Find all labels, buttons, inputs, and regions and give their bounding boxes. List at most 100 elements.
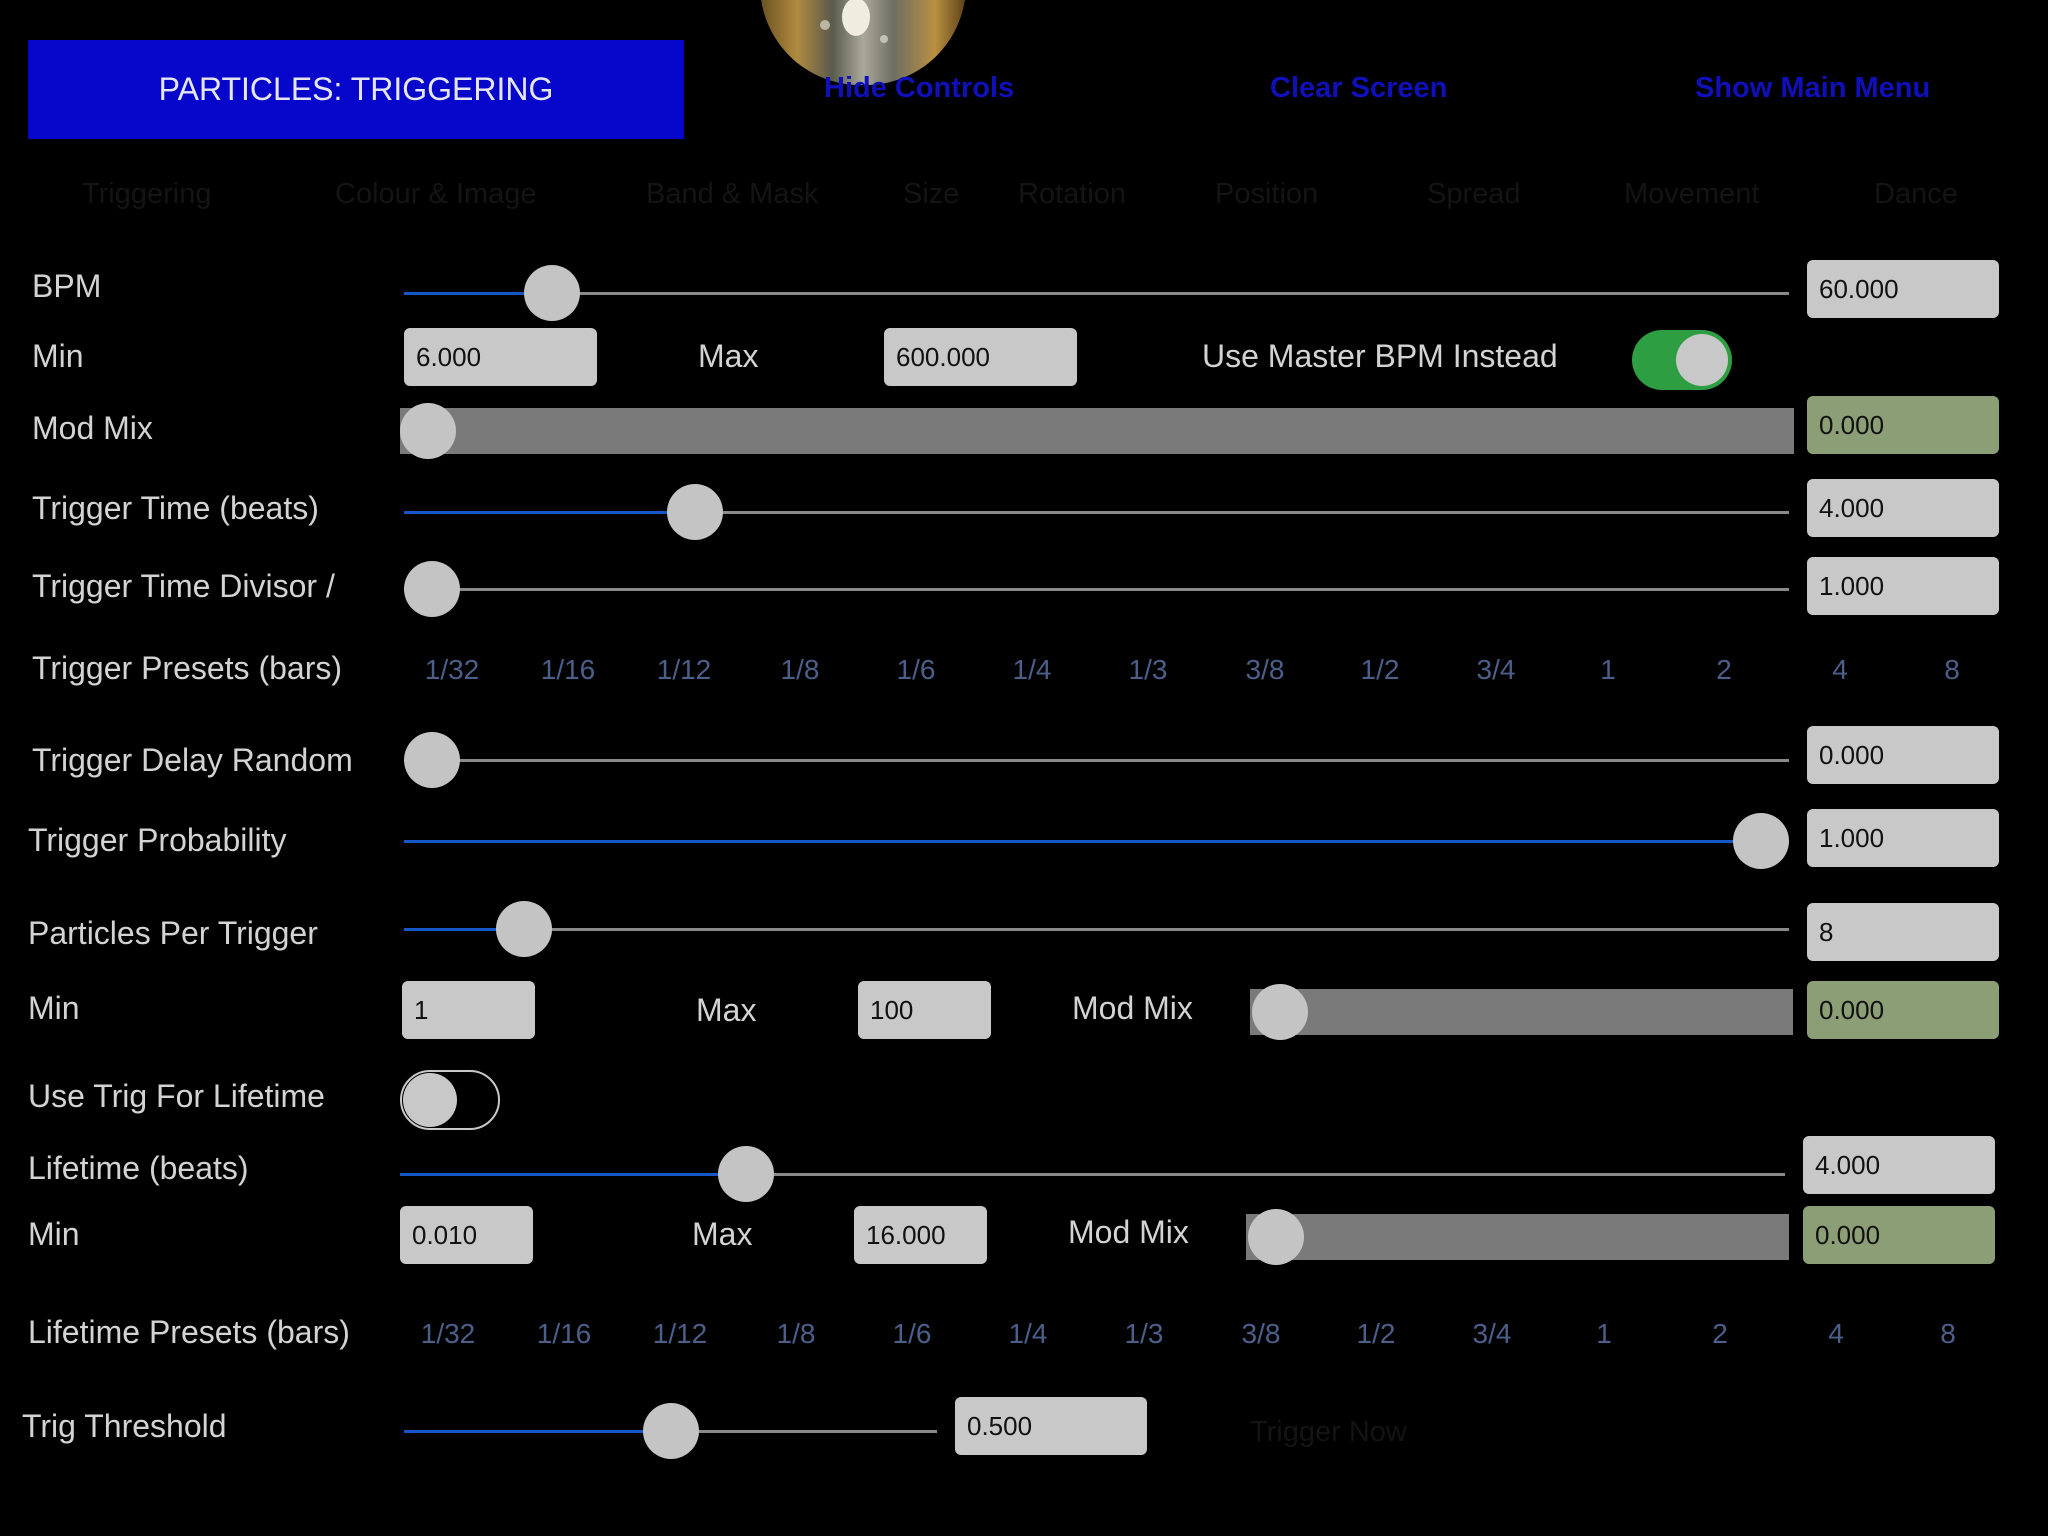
trigger-preset-button[interactable]: 1/6 bbox=[871, 654, 961, 686]
lifetime-preset-button[interactable]: 8 bbox=[1903, 1318, 1993, 1350]
trigger-delay-slider[interactable] bbox=[404, 732, 1789, 788]
bpm-modmix-slider[interactable] bbox=[400, 403, 1794, 459]
trigger-now-button[interactable]: Trigger Now bbox=[1250, 1416, 1407, 1449]
trigger-preset-button[interactable]: 1/3 bbox=[1103, 654, 1193, 686]
bpm-min-field[interactable]: 6.000 bbox=[404, 328, 597, 386]
tab-triggering[interactable]: Triggering bbox=[82, 178, 211, 211]
bpm-min-label: Min bbox=[32, 338, 84, 374]
use-trig-lifetime-label: Use Trig For Lifetime bbox=[28, 1078, 325, 1114]
lifetime-min-label: Min bbox=[28, 1216, 80, 1252]
lifetime-slider[interactable] bbox=[400, 1146, 1785, 1202]
lifetime-preset-button[interactable]: 1/4 bbox=[983, 1318, 1073, 1350]
hide-controls-button[interactable]: Hide Controls bbox=[824, 72, 1014, 105]
lifetime-modmix-slider[interactable] bbox=[1246, 1209, 1789, 1265]
trigger-preset-button[interactable]: 1/12 bbox=[639, 654, 729, 686]
trig-threshold-knob[interactable] bbox=[642, 1403, 699, 1459]
trigger-preset-button[interactable]: 1/2 bbox=[1335, 654, 1425, 686]
lifetime-preset-button[interactable]: 1/12 bbox=[635, 1318, 725, 1350]
particles-modmix-slider[interactable] bbox=[1250, 984, 1793, 1040]
trigger-preset-button[interactable]: 8 bbox=[1907, 654, 1997, 686]
trigger-preset-button[interactable]: 1/32 bbox=[407, 654, 497, 686]
particles-per-trigger-label: Particles Per Trigger bbox=[28, 915, 318, 951]
lifetime-modmix-label: Mod Mix bbox=[1068, 1214, 1189, 1250]
tab-spread[interactable]: Spread bbox=[1427, 178, 1521, 211]
trigger-divisor-label: Trigger Time Divisor / bbox=[32, 568, 335, 604]
tab-size[interactable]: Size bbox=[903, 178, 959, 211]
particles-modmix-knob[interactable] bbox=[1252, 984, 1308, 1040]
lifetime-label: Lifetime (beats) bbox=[28, 1150, 249, 1186]
trigger-preset-button[interactable]: 3/8 bbox=[1220, 654, 1310, 686]
lifetime-max-field[interactable]: 16.000 bbox=[854, 1206, 987, 1264]
lifetime-preset-button[interactable]: 1/16 bbox=[519, 1318, 609, 1350]
particles-per-trigger-slider[interactable] bbox=[404, 901, 1789, 957]
lifetime-preset-button[interactable]: 3/4 bbox=[1447, 1318, 1537, 1350]
particles-min-field[interactable]: 1 bbox=[402, 981, 535, 1039]
particles-per-trigger-knob[interactable] bbox=[496, 901, 553, 957]
bpm-value-field[interactable]: 60.000 bbox=[1807, 260, 1999, 318]
lifetime-preset-button[interactable]: 1/8 bbox=[751, 1318, 841, 1350]
trigger-delay-value-field[interactable]: 0.000 bbox=[1807, 726, 1999, 784]
trigger-presets-label: Trigger Presets (bars) bbox=[32, 650, 342, 686]
lifetime-preset-button[interactable]: 1/32 bbox=[403, 1318, 493, 1350]
trigger-time-knob[interactable] bbox=[666, 484, 723, 540]
lifetime-value-field[interactable]: 4.000 bbox=[1803, 1136, 1995, 1194]
trigger-preset-button[interactable]: 1/16 bbox=[523, 654, 613, 686]
tab-movement[interactable]: Movement bbox=[1624, 178, 1759, 211]
trigger-probability-knob[interactable] bbox=[1733, 813, 1789, 869]
particles-min-label: Min bbox=[28, 990, 80, 1026]
clear-screen-button[interactable]: Clear Screen bbox=[1270, 72, 1447, 105]
lifetime-preset-button[interactable]: 2 bbox=[1675, 1318, 1765, 1350]
trig-threshold-value-field[interactable]: 0.500 bbox=[955, 1397, 1147, 1455]
lifetime-preset-button[interactable]: 1 bbox=[1559, 1318, 1649, 1350]
trigger-preset-button[interactable]: 1 bbox=[1563, 654, 1653, 686]
bpm-label: BPM bbox=[32, 268, 102, 304]
lifetime-min-field[interactable]: 0.010 bbox=[400, 1206, 533, 1264]
trigger-divisor-knob[interactable] bbox=[404, 561, 460, 617]
trigger-preset-button[interactable]: 3/4 bbox=[1451, 654, 1541, 686]
trigger-preset-button[interactable]: 1/4 bbox=[987, 654, 1077, 686]
bpm-modmix-label: Mod Mix bbox=[32, 410, 153, 446]
show-main-menu-button[interactable]: Show Main Menu bbox=[1695, 72, 1930, 105]
lifetime-preset-button[interactable]: 1/6 bbox=[867, 1318, 957, 1350]
particles-modmix-value-field[interactable]: 0.000 bbox=[1807, 981, 1999, 1039]
trigger-preset-button[interactable]: 2 bbox=[1679, 654, 1769, 686]
trigger-probability-slider[interactable] bbox=[404, 813, 1789, 869]
bpm-max-field[interactable]: 600.000 bbox=[884, 328, 1077, 386]
trigger-probability-value-field[interactable]: 1.000 bbox=[1807, 809, 1999, 867]
tab-position[interactable]: Position bbox=[1215, 178, 1318, 211]
trigger-divisor-value-field[interactable]: 1.000 bbox=[1807, 557, 1999, 615]
trigger-time-label: Trigger Time (beats) bbox=[32, 490, 319, 526]
bpm-modmix-knob[interactable] bbox=[400, 403, 456, 459]
lifetime-knob[interactable] bbox=[718, 1146, 775, 1202]
trigger-delay-knob[interactable] bbox=[404, 732, 460, 788]
trigger-time-slider[interactable] bbox=[404, 484, 1789, 540]
trigger-delay-label: Trigger Delay Random bbox=[32, 742, 353, 778]
bpm-max-label: Max bbox=[698, 338, 759, 374]
use-trig-lifetime-toggle[interactable] bbox=[400, 1070, 500, 1130]
page-title: PARTICLES: TRIGGERING bbox=[28, 40, 684, 139]
trigger-divisor-slider[interactable] bbox=[404, 561, 1789, 617]
bpm-modmix-value-field[interactable]: 0.000 bbox=[1807, 396, 1999, 454]
bpm-slider[interactable] bbox=[404, 265, 1789, 321]
lifetime-max-label: Max bbox=[692, 1216, 753, 1252]
trigger-preset-button[interactable]: 1/8 bbox=[755, 654, 845, 686]
tab-dance[interactable]: Dance bbox=[1874, 178, 1958, 211]
lifetime-preset-button[interactable]: 3/8 bbox=[1216, 1318, 1306, 1350]
particles-max-field[interactable]: 100 bbox=[858, 981, 991, 1039]
tab-rotation[interactable]: Rotation bbox=[1018, 178, 1126, 211]
lifetime-modmix-knob[interactable] bbox=[1248, 1209, 1304, 1265]
tab-colour-image[interactable]: Colour & Image bbox=[335, 178, 537, 211]
bpm-slider-knob[interactable] bbox=[524, 265, 581, 321]
tab-band-mask[interactable]: Band & Mask bbox=[646, 178, 818, 211]
lifetime-preset-button[interactable]: 4 bbox=[1791, 1318, 1881, 1350]
trigger-time-value-field[interactable]: 4.000 bbox=[1807, 479, 1999, 537]
trig-threshold-slider[interactable] bbox=[404, 1403, 937, 1459]
particles-per-trigger-value-field[interactable]: 8 bbox=[1807, 903, 1999, 961]
trig-threshold-label: Trig Threshold bbox=[22, 1408, 227, 1444]
use-master-bpm-label: Use Master BPM Instead bbox=[1202, 338, 1558, 374]
trigger-preset-button[interactable]: 4 bbox=[1795, 654, 1885, 686]
lifetime-preset-button[interactable]: 1/3 bbox=[1099, 1318, 1189, 1350]
use-master-bpm-toggle[interactable] bbox=[1632, 330, 1732, 390]
lifetime-preset-button[interactable]: 1/2 bbox=[1331, 1318, 1421, 1350]
lifetime-modmix-value-field[interactable]: 0.000 bbox=[1803, 1206, 1995, 1264]
